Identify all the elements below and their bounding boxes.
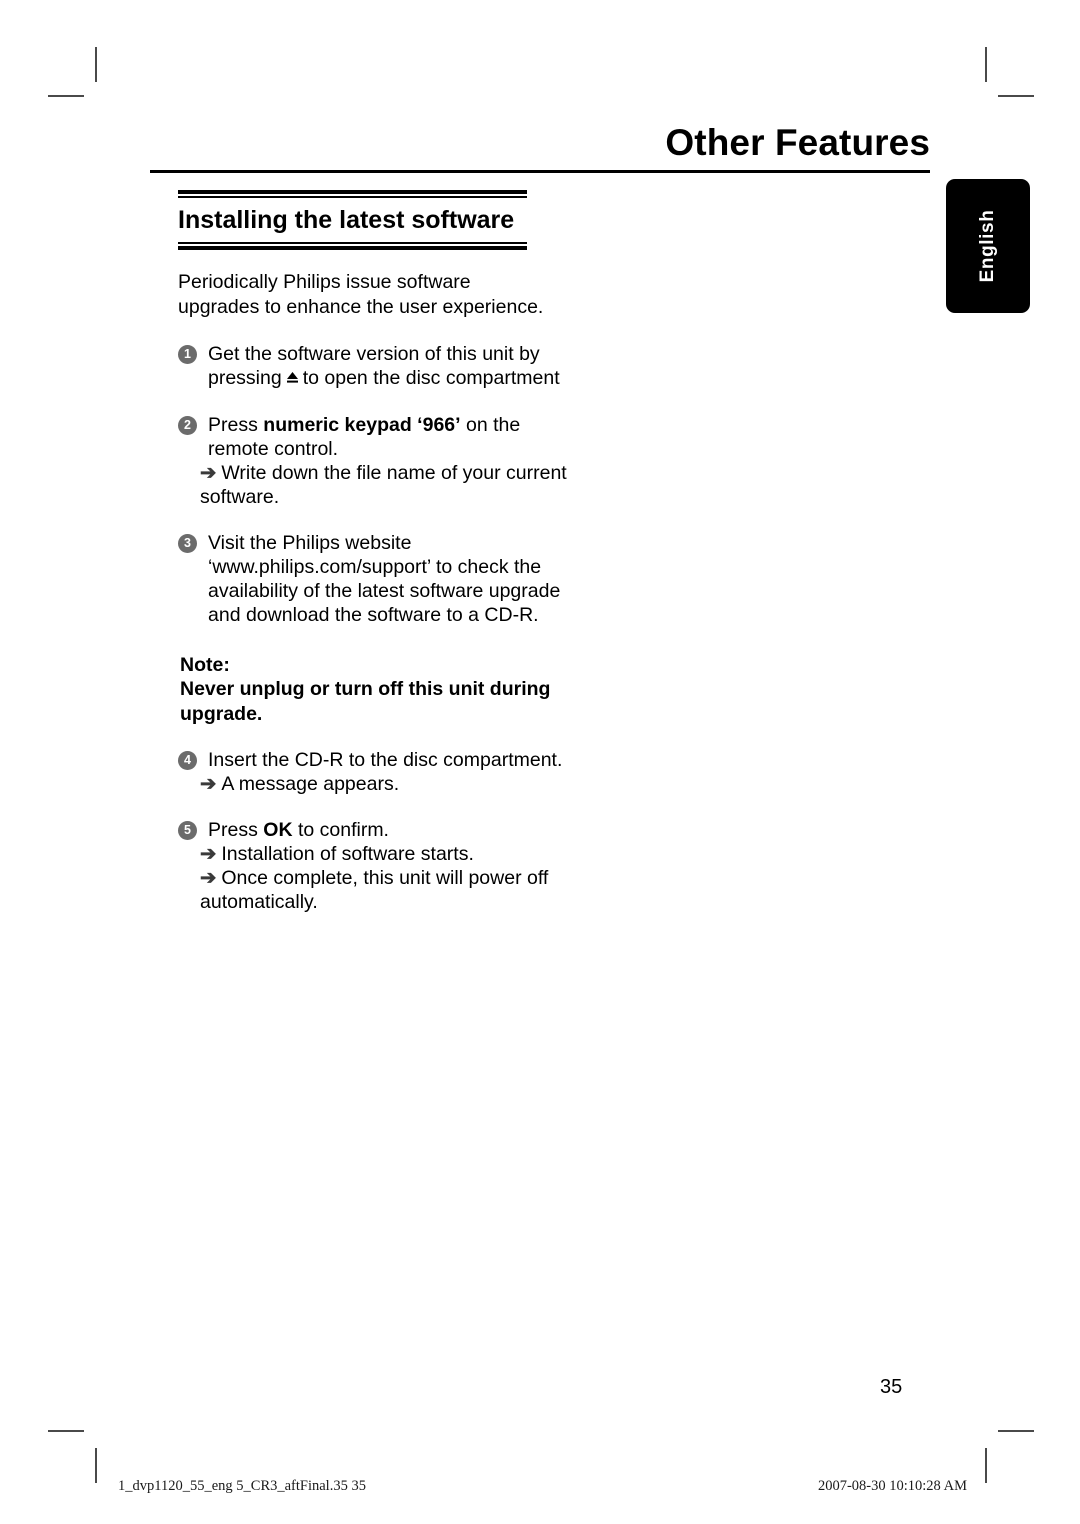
crop-mark-bottom-left-vertical <box>95 1448 97 1483</box>
step-sub-item: ➔ Installation of software starts. <box>200 842 583 866</box>
step-number-badge: 4 <box>178 751 197 770</box>
arrow-icon: ➔ <box>200 867 217 889</box>
step-emphasis: numeric keypad ‘966’ <box>263 413 461 436</box>
step-number-badge: 2 <box>178 415 197 435</box>
step-text: Visit the Philips website ‘www.philips.c… <box>208 531 561 626</box>
page-number: 35 <box>880 1376 903 1398</box>
footer-timestamp: 2007-08-30 10:10:28 AM <box>817 1478 967 1494</box>
step-sub-text: Once complete, this unit will power off … <box>200 867 549 913</box>
step-sub-item: ➔ Write down the file name of your curren… <box>200 461 583 509</box>
arrow-icon: ➔ <box>200 461 217 484</box>
content-column: Installing the latest software Periodica… <box>178 190 578 914</box>
step-item: 3 Visit the Philips website ‘www.philips… <box>178 531 583 627</box>
crop-mark-bottom-right-horizontal <box>998 1430 1034 1432</box>
crop-mark-bottom-right-vertical <box>985 1448 987 1483</box>
crop-mark-top-left-vertical <box>95 47 97 82</box>
eject-icon <box>285 367 300 391</box>
step-text: Insert the CD-R to the disc compartment. <box>208 749 563 771</box>
footer-filename: 1_dvp1120_55_eng 5_CR3_aftFinal.35 35 <box>118 1478 366 1494</box>
step-item: 4 Insert the CD-R to the disc compartmen… <box>178 748 583 796</box>
note-body: Never unplug or turn off this unit durin… <box>180 678 551 725</box>
crop-mark-bottom-left-horizontal <box>48 1430 84 1432</box>
step-emphasis: OK <box>263 819 293 841</box>
language-tab: English <box>946 179 1030 313</box>
note-block: Note: Never unplug or turn off this unit… <box>178 653 555 727</box>
step-number-badge: 1 <box>178 344 197 364</box>
step-number-badge: 5 <box>178 821 197 840</box>
manual-page: Other Features English Installing the la… <box>0 0 1080 1524</box>
crop-mark-top-right-horizontal <box>998 95 1034 97</box>
step-sub-text: Installation of software starts. <box>221 843 474 865</box>
arrow-icon: ➔ <box>200 773 217 795</box>
section-rule-bottom-thick <box>178 245 527 250</box>
crop-mark-top-right-vertical <box>985 47 987 82</box>
step-sub-item: ➔ A message appears. <box>200 772 583 796</box>
crop-mark-top-left-horizontal <box>48 95 84 97</box>
chapter-divider <box>150 170 930 173</box>
step-item: 5 Press OK to confirm. ➔ Installation of … <box>178 818 583 914</box>
step-item: 1 Get the software version of this unit … <box>178 342 583 391</box>
step-text: Press <box>208 413 258 436</box>
language-tab-label: English <box>977 209 998 283</box>
step-sub-text: A message appears. <box>221 773 400 795</box>
step-number-badge: 3 <box>178 533 197 553</box>
step-text-continued: to confirm. <box>297 819 389 841</box>
section-rule-bottom-thin <box>178 241 527 244</box>
section-heading: Installing the latest software <box>178 206 515 234</box>
note-title: Note: <box>180 653 230 676</box>
section-heading-block: Installing the latest software <box>178 190 578 250</box>
section-rule-top-thick <box>178 190 527 194</box>
intro-paragraph: Periodically Philips issue software upgr… <box>178 270 544 318</box>
step-text-continued: to open the disc compartment <box>302 366 560 389</box>
step-text: Press <box>208 819 258 841</box>
step-sub-item: ➔ Once complete, this unit will power off… <box>200 866 583 914</box>
arrow-icon: ➔ <box>200 843 217 865</box>
chapter-title: Other Features <box>665 122 930 163</box>
step-item: 2 Press numeric keypad ‘966’ on the remo… <box>178 413 583 509</box>
step-sub-text: Write down the file name of your current… <box>200 461 567 508</box>
